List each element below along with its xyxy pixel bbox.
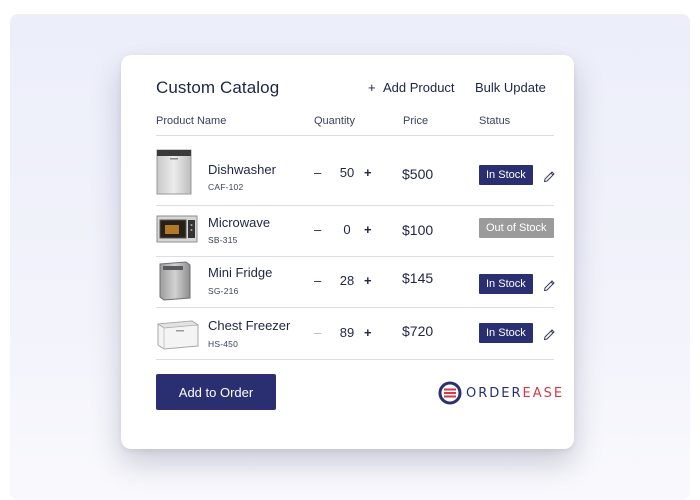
row-divider: [156, 359, 554, 360]
header-divider: [156, 135, 554, 136]
chest-freezer-icon: [156, 320, 200, 350]
catalog-card: Custom Catalog + Add Product Bulk Update…: [121, 55, 574, 449]
add-product-label: Add Product: [383, 80, 455, 95]
product-name: Chest Freezer: [208, 318, 291, 333]
quantity-decrease-button[interactable]: –: [314, 165, 321, 180]
pencil-icon[interactable]: [542, 277, 556, 291]
quantity-decrease-button[interactable]: –: [314, 222, 321, 237]
quantity-increase-button[interactable]: +: [364, 222, 372, 237]
table-row: Dishwasher CAF-102 – 50 + $500 In Stock: [156, 146, 556, 206]
orderease-logo-mark-icon: [438, 381, 462, 405]
product-price: $500: [402, 166, 434, 182]
status-badge: Out of Stock: [479, 218, 554, 238]
column-header-price: Price: [403, 115, 429, 127]
quantity-value[interactable]: 0: [336, 222, 358, 237]
quantity-value[interactable]: 89: [336, 325, 358, 340]
product-sku: SB-315: [208, 235, 238, 245]
add-to-order-button[interactable]: Add to Order: [156, 374, 276, 410]
status-badge: In Stock: [479, 323, 533, 343]
column-header-quantity: Quantity: [314, 115, 355, 127]
product-price: $145: [402, 270, 434, 286]
column-header-product-name: Product Name: [156, 115, 227, 127]
product-price: $720: [402, 323, 434, 339]
product-name: Microwave: [208, 215, 271, 230]
quantity-value[interactable]: 50: [336, 165, 358, 180]
quantity-increase-button[interactable]: +: [364, 165, 372, 180]
quantity-decrease-button[interactable]: –: [314, 325, 321, 340]
mini-fridge-icon: [159, 261, 191, 301]
quantity-decrease-button[interactable]: –: [314, 273, 321, 288]
status-badge: In Stock: [479, 274, 533, 294]
pencil-icon[interactable]: [542, 168, 556, 182]
quantity-increase-button[interactable]: +: [364, 325, 372, 340]
product-name: Mini Fridge: [208, 265, 273, 280]
orderease-logo: ORDEREASE: [438, 380, 564, 406]
quantity-increase-button[interactable]: +: [364, 273, 372, 288]
product-name: Dishwasher: [208, 162, 276, 177]
product-sku: CAF-102: [208, 182, 244, 192]
catalog-header: Custom Catalog + Add Product Bulk Update: [156, 78, 548, 100]
logo-text-order: ORDER: [466, 385, 523, 401]
catalog-title: Custom Catalog: [156, 78, 280, 97]
microwave-icon: [156, 215, 198, 243]
status-badge: In Stock: [479, 165, 533, 185]
quantity-value[interactable]: 28: [336, 273, 358, 288]
add-product-button[interactable]: + Add Product: [368, 80, 455, 95]
table-row: Microwave SB-315 – 0 + $100 Out of Stock: [156, 206, 554, 257]
bulk-update-button[interactable]: Bulk Update: [475, 80, 546, 95]
table-row: Chest Freezer HS-450 – 89 + $720 In Stoc…: [156, 308, 556, 360]
plus-icon: +: [368, 80, 376, 95]
dishwasher-icon: [156, 149, 192, 195]
pencil-icon[interactable]: [542, 326, 556, 340]
product-sku: SG-216: [208, 286, 239, 296]
product-price: $100: [402, 222, 434, 238]
product-sku: HS-450: [208, 339, 239, 349]
table-row: Mini Fridge SG-216 – 28 + $145 In Stock: [156, 257, 556, 308]
logo-text-ease: EASE: [522, 385, 565, 401]
column-header-status: Status: [479, 115, 511, 127]
